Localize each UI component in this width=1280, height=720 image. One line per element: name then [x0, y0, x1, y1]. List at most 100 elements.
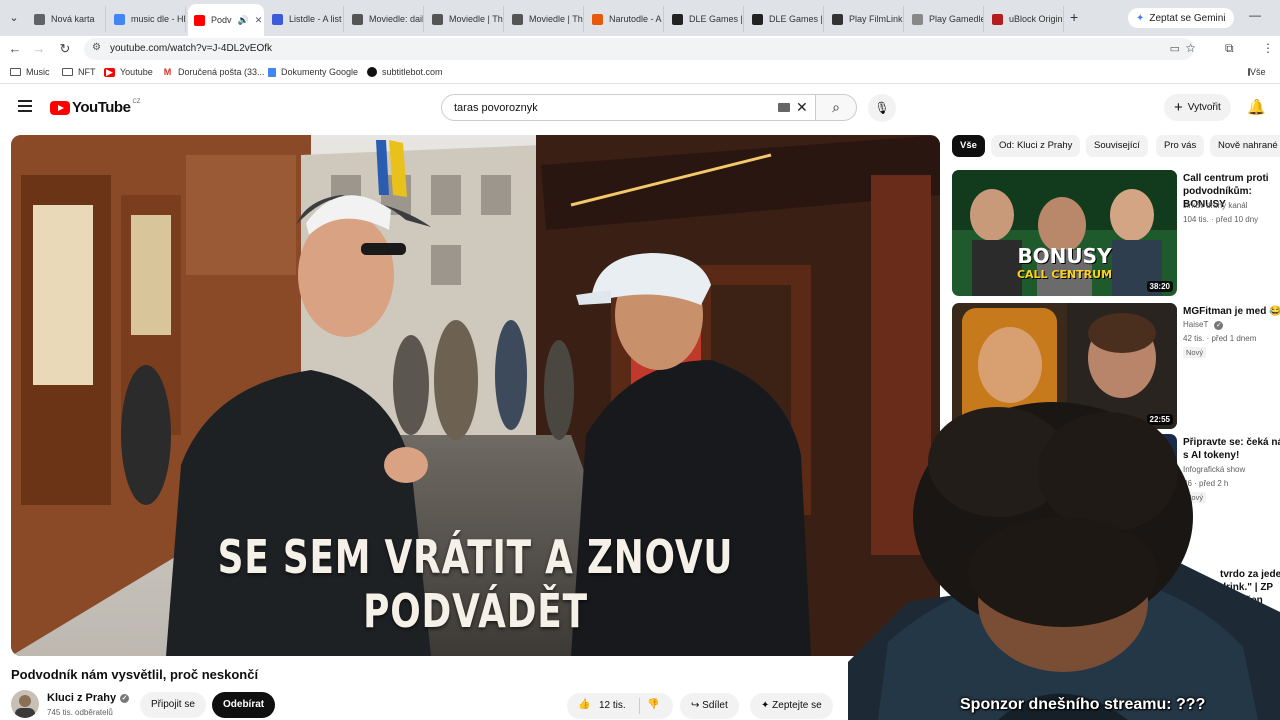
all-bookmarks[interactable]: Vše — [1248, 67, 1266, 77]
join-button[interactable]: Připojit se — [140, 692, 206, 718]
tab-label: Moviedle | The — [529, 14, 584, 24]
browser-tab[interactable]: Play FilmLink — [826, 6, 904, 32]
streamer-webcam-overlay — [848, 402, 1280, 720]
extensions-icon[interactable]: ⧉ — [1225, 41, 1234, 56]
browser-tab[interactable]: DLE Games | T — [666, 6, 744, 32]
tab-label: Nová karta — [51, 14, 95, 24]
tab-label: Listdle - A list — [289, 14, 342, 24]
chip-related[interactable]: Související — [1086, 135, 1148, 157]
tab-favicon-icon — [272, 13, 283, 25]
address-bar[interactable]: ⚙ youtube.com/watch?v=J-4DL2vEOfk ▭ ☆ — [84, 38, 1196, 60]
gmail-icon: M — [163, 66, 172, 77]
bookmark-nft[interactable]: NFT — [62, 67, 96, 77]
share-button[interactable]: ↪ Sdílet — [680, 693, 739, 719]
voice-search-button[interactable]: 🎙 — [868, 94, 896, 122]
chip-channel[interactable]: Od: Kluci z Prahy — [991, 135, 1081, 157]
browser-tab[interactable]: DLE Games | T — [746, 6, 824, 32]
search-icon: ⌕ — [832, 99, 840, 115]
share-icon: ↪ — [691, 700, 703, 711]
recommended-video[interactable]: BONUSY CALL CENTRUM 38:20 Call centrum p… — [952, 170, 1280, 296]
bookmark-youtube[interactable]: ▶ Youtube — [104, 67, 153, 77]
tab-favicon-icon — [672, 13, 683, 25]
view-count: 104 tis. — [1183, 215, 1209, 224]
video-duration: 38:20 — [1146, 281, 1173, 292]
tab-label: Podv — [211, 15, 232, 25]
chip-recent[interactable]: Nově nahrané — [1210, 135, 1280, 157]
youtube-play-icon — [50, 100, 70, 115]
minimize-icon[interactable]: — — [1249, 8, 1261, 22]
browser-tab[interactable]: Nová karta — [28, 6, 106, 32]
tab-search-icon[interactable]: ⌄ — [6, 10, 22, 26]
tab-label: DLE Games | T — [689, 14, 743, 24]
channel-name[interactable]: HaiseT ✓ — [1183, 320, 1224, 330]
bookmark-subtitlebot[interactable]: subtitlebot.com — [367, 67, 443, 77]
cast-icon[interactable]: ▭ — [1170, 42, 1180, 55]
search-button[interactable]: ⌕ — [815, 94, 857, 121]
new-badge: Nový — [1183, 347, 1207, 358]
tab-label: Play Gamedle — [929, 14, 984, 24]
back-icon[interactable]: ← — [6, 40, 24, 58]
upload-age: před 10 dny — [1215, 215, 1259, 224]
bookmark-label: NFT — [78, 67, 96, 77]
create-label: Vytvořit — [1187, 102, 1221, 113]
browser-tab[interactable]: Listdle - A list — [266, 6, 344, 32]
browser-tab[interactable]: Moviedle | The — [426, 6, 504, 32]
gemini-button[interactable]: ✦ Zeptat se Gemini — [1128, 8, 1234, 28]
ask-button[interactable]: ✦ Zeptejte se — [750, 693, 833, 719]
keyboard-icon[interactable] — [778, 103, 790, 112]
browser-tab[interactable]: Moviedle | The — [506, 6, 584, 32]
tab-label: DLE Games | T — [769, 14, 823, 24]
browser-tab[interactable]: music dle - Hledat — [108, 6, 186, 32]
tab-label: music dle - Hledat — [131, 14, 186, 24]
subscribe-button[interactable]: Odebírat — [212, 692, 276, 718]
chip-for-you[interactable]: Pro vás — [1156, 135, 1205, 157]
browser-tab[interactable]: Play Gamedle — [906, 6, 984, 32]
youtube-logo[interactable]: YouTube CZ — [50, 99, 140, 116]
tab-audio-icon[interactable]: 🔊 — [238, 15, 249, 26]
thumbnail-text: BONUSY — [1017, 244, 1112, 268]
view-count: 42 tis. — [1183, 334, 1205, 343]
notifications-bell-icon[interactable]: 🔔 — [1247, 98, 1266, 116]
sparkle-icon: ✦ — [761, 700, 773, 711]
channel-name[interactable]: Kluci z Prahy ✓ — [47, 692, 130, 704]
bookmark-star-icon[interactable]: ☆ — [1185, 41, 1196, 55]
reload-icon[interactable]: ↻ — [56, 40, 74, 58]
like-icon[interactable]: 👍 — [578, 699, 590, 710]
bookmark-docs[interactable]: Dokumenty Google — [268, 67, 358, 77]
video-meta: 42 tis. · před 1 dnem — [1183, 334, 1257, 343]
tab-active[interactable]: Podv 🔊 ✕ — [188, 4, 264, 36]
bookmark-music[interactable]: Music — [10, 67, 50, 77]
tab-label: uBlock Origin — [1009, 14, 1063, 24]
menu-dots-icon[interactable]: ⋮ — [1262, 41, 1274, 55]
ask-label: Zeptejte se — [772, 700, 822, 711]
channel-name[interactable]: Jirkův druhý kanál — [1183, 201, 1247, 210]
site-info-icon[interactable]: ⚙ — [92, 42, 101, 53]
bookmarks-bar: Music NFT ▶ Youtube M Doručená pošta (33..… — [0, 62, 1280, 84]
clear-search-icon[interactable]: ✕ — [796, 99, 808, 116]
sponsor-overlay-text: Sponzor dnešního streamu: ??? — [960, 696, 1206, 713]
new-tab-button[interactable]: + — [1070, 9, 1078, 25]
browser-tab[interactable]: Moviedle: daily — [346, 6, 424, 32]
browser-tab[interactable]: Narutodle - A — [586, 6, 664, 32]
channel-avatar[interactable] — [11, 690, 39, 718]
like-count[interactable]: 12 tis. — [599, 700, 626, 711]
browser-tab[interactable]: uBlock Origin — [986, 6, 1064, 32]
bookmark-gmail[interactable]: M Doručená pošta (33... — [162, 67, 265, 77]
video-title[interactable]: MGFitman je med 😂 — [1183, 305, 1280, 318]
search-input[interactable]: taras povoroznyk ✕ — [441, 94, 815, 121]
chip-all[interactable]: Vše — [952, 135, 985, 157]
video-player[interactable]: SE SEM VRÁTIT A ZNOVU PODVÁDĚT — [11, 135, 940, 656]
create-button[interactable]: + Vytvořit — [1164, 94, 1231, 121]
video-thumbnail[interactable]: BONUSY CALL CENTRUM 38:20 — [952, 170, 1177, 296]
forward-icon[interactable]: → — [30, 40, 48, 58]
tab-label: Moviedle: daily — [369, 14, 424, 24]
youtube-masthead: YouTube CZ taras povoroznyk ✕ ⌕ 🎙 + Vytvo… — [0, 84, 1280, 132]
tab-favicon-icon — [194, 14, 205, 26]
avatar-image — [15, 695, 35, 718]
dislike-icon[interactable]: 👎 — [647, 699, 659, 710]
folder-icon — [10, 68, 21, 76]
menu-icon[interactable] — [18, 100, 32, 112]
microphone-icon: 🎙 — [874, 101, 890, 115]
tab-label: Narutodle - A — [609, 14, 662, 24]
tab-close-icon[interactable]: ✕ — [255, 15, 263, 26]
